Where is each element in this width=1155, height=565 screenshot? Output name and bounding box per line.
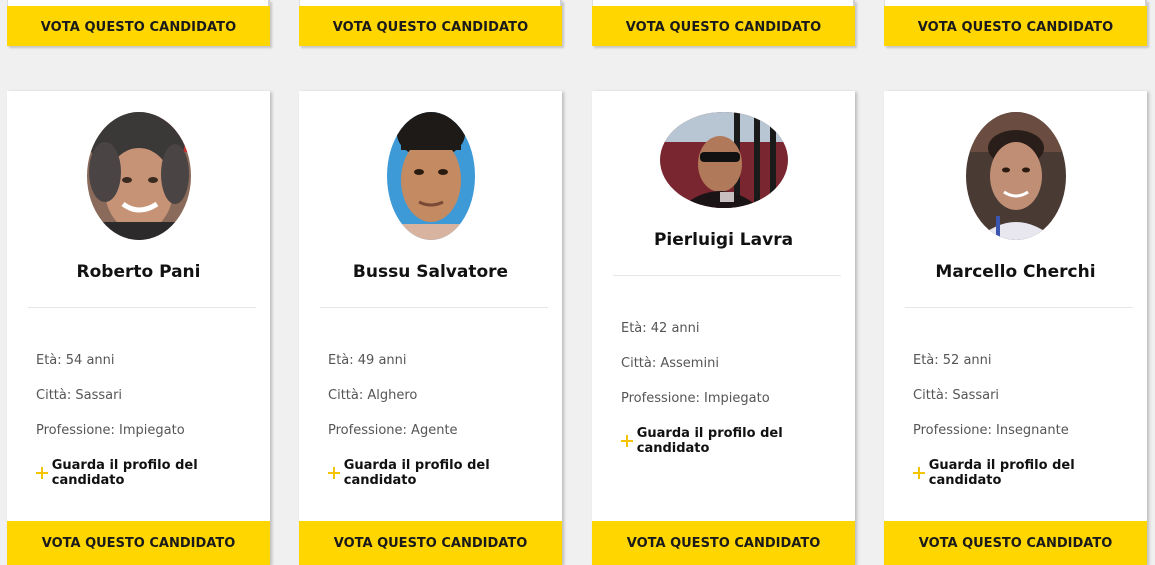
candidate-info: Età: 42 anni Città: Assemini Professione… bbox=[621, 321, 855, 456]
vote-button-label: VOTA QUESTO CANDIDATO bbox=[332, 19, 529, 35]
candidate-info: Età: 49 anni Città: Alghero Professione:… bbox=[328, 353, 562, 488]
candidate-info: Età: 54 anni Città: Sassari Professione:… bbox=[36, 353, 270, 488]
candidate-photo bbox=[965, 112, 1066, 240]
candidate-name: Bussu Salvatore bbox=[352, 262, 509, 282]
profile-link-label: Guarda il profilo del candidato bbox=[636, 426, 783, 456]
vote-button[interactable]: VOTA QUESTO CANDIDATO bbox=[592, 521, 855, 565]
candidate-profession: Professione: Impiegato bbox=[621, 391, 770, 406]
vote-button-top-2[interactable]: VOTA QUESTO CANDIDATO bbox=[299, 0, 562, 46]
plus-icon bbox=[621, 435, 633, 447]
profile-link[interactable]: Guarda il profilo del candidato bbox=[328, 458, 562, 488]
profile-link-label: Guarda il profilo del candidato bbox=[928, 458, 1075, 488]
vote-button-label: VOTA QUESTO CANDIDATO bbox=[918, 535, 1113, 551]
plus-icon bbox=[36, 467, 48, 479]
candidate-name: Marcello Cherchi bbox=[935, 262, 1096, 282]
candidate-photo bbox=[386, 112, 475, 240]
card-bottom-edge bbox=[592, 0, 855, 6]
candidate-photo-image bbox=[965, 112, 1066, 240]
profile-link[interactable]: Guarda il profilo del candidato bbox=[621, 426, 855, 456]
profile-link-label: Guarda il profilo del candidato bbox=[343, 458, 490, 488]
card-divider bbox=[320, 307, 548, 308]
candidate-city: Città: Alghero bbox=[328, 388, 418, 403]
vote-button-label: VOTA QUESTO CANDIDATO bbox=[626, 535, 821, 551]
candidate-name: Pierluigi Lavra bbox=[653, 230, 794, 250]
vote-button[interactable]: VOTA QUESTO CANDIDATO bbox=[299, 521, 562, 565]
vote-button-top-3[interactable]: VOTA QUESTO CANDIDATO bbox=[592, 0, 855, 46]
candidate-age: Età: 49 anni bbox=[328, 353, 407, 368]
candidate-photo bbox=[659, 112, 788, 208]
vote-button-label: VOTA QUESTO CANDIDATO bbox=[40, 19, 237, 35]
candidate-photo-image bbox=[386, 112, 475, 240]
candidate-profession: Professione: Agente bbox=[328, 423, 458, 438]
candidate-photo-image bbox=[86, 112, 191, 240]
card-bottom-edge bbox=[299, 0, 562, 6]
candidate-info: Età: 52 anni Città: Sassari Professione:… bbox=[913, 353, 1147, 488]
candidate-photo-image bbox=[659, 112, 788, 208]
candidate-card-1: Roberto Pani Età: 54 anni Città: Sassari… bbox=[7, 91, 270, 565]
profile-link[interactable]: Guarda il profilo del candidato bbox=[913, 458, 1147, 488]
card-divider bbox=[28, 307, 256, 308]
candidate-card-4: Marcello Cherchi Età: 52 anni Città: Sas… bbox=[884, 91, 1147, 565]
card-bottom-edge bbox=[7, 0, 270, 6]
candidate-age: Età: 52 anni bbox=[913, 353, 992, 368]
candidate-age: Età: 42 anni bbox=[621, 321, 700, 336]
candidate-city: Città: Sassari bbox=[913, 388, 1000, 403]
plus-icon bbox=[913, 467, 925, 479]
profile-link[interactable]: Guarda il profilo del candidato bbox=[36, 458, 270, 488]
vote-button[interactable]: VOTA QUESTO CANDIDATO bbox=[884, 521, 1147, 565]
candidate-card-2: Bussu Salvatore Età: 49 anni Città: Algh… bbox=[299, 91, 562, 565]
card-divider bbox=[905, 307, 1133, 308]
candidate-photo bbox=[86, 112, 191, 240]
candidate-card-3: Pierluigi Lavra Età: 42 anni Città: Asse… bbox=[592, 91, 855, 565]
candidate-name: Roberto Pani bbox=[76, 262, 201, 282]
profile-link-label: Guarda il profilo del candidato bbox=[51, 458, 198, 488]
card-bottom-edge bbox=[884, 0, 1147, 6]
vote-button-label: VOTA QUESTO CANDIDATO bbox=[625, 19, 822, 35]
candidate-profession: Professione: Insegnante bbox=[913, 423, 1069, 438]
vote-button-top-4[interactable]: VOTA QUESTO CANDIDATO bbox=[884, 0, 1147, 46]
card-divider bbox=[613, 275, 841, 276]
vote-button-label: VOTA QUESTO CANDIDATO bbox=[917, 19, 1114, 35]
plus-icon bbox=[328, 467, 340, 479]
vote-button[interactable]: VOTA QUESTO CANDIDATO bbox=[7, 521, 270, 565]
vote-button-label: VOTA QUESTO CANDIDATO bbox=[333, 535, 528, 551]
candidate-profession: Professione: Impiegato bbox=[36, 423, 185, 438]
candidate-city: Città: Assemini bbox=[621, 356, 719, 371]
vote-button-label: VOTA QUESTO CANDIDATO bbox=[41, 535, 236, 551]
vote-button-top-1[interactable]: VOTA QUESTO CANDIDATO bbox=[7, 0, 270, 46]
candidate-city: Città: Sassari bbox=[36, 388, 123, 403]
candidate-age: Età: 54 anni bbox=[36, 353, 115, 368]
